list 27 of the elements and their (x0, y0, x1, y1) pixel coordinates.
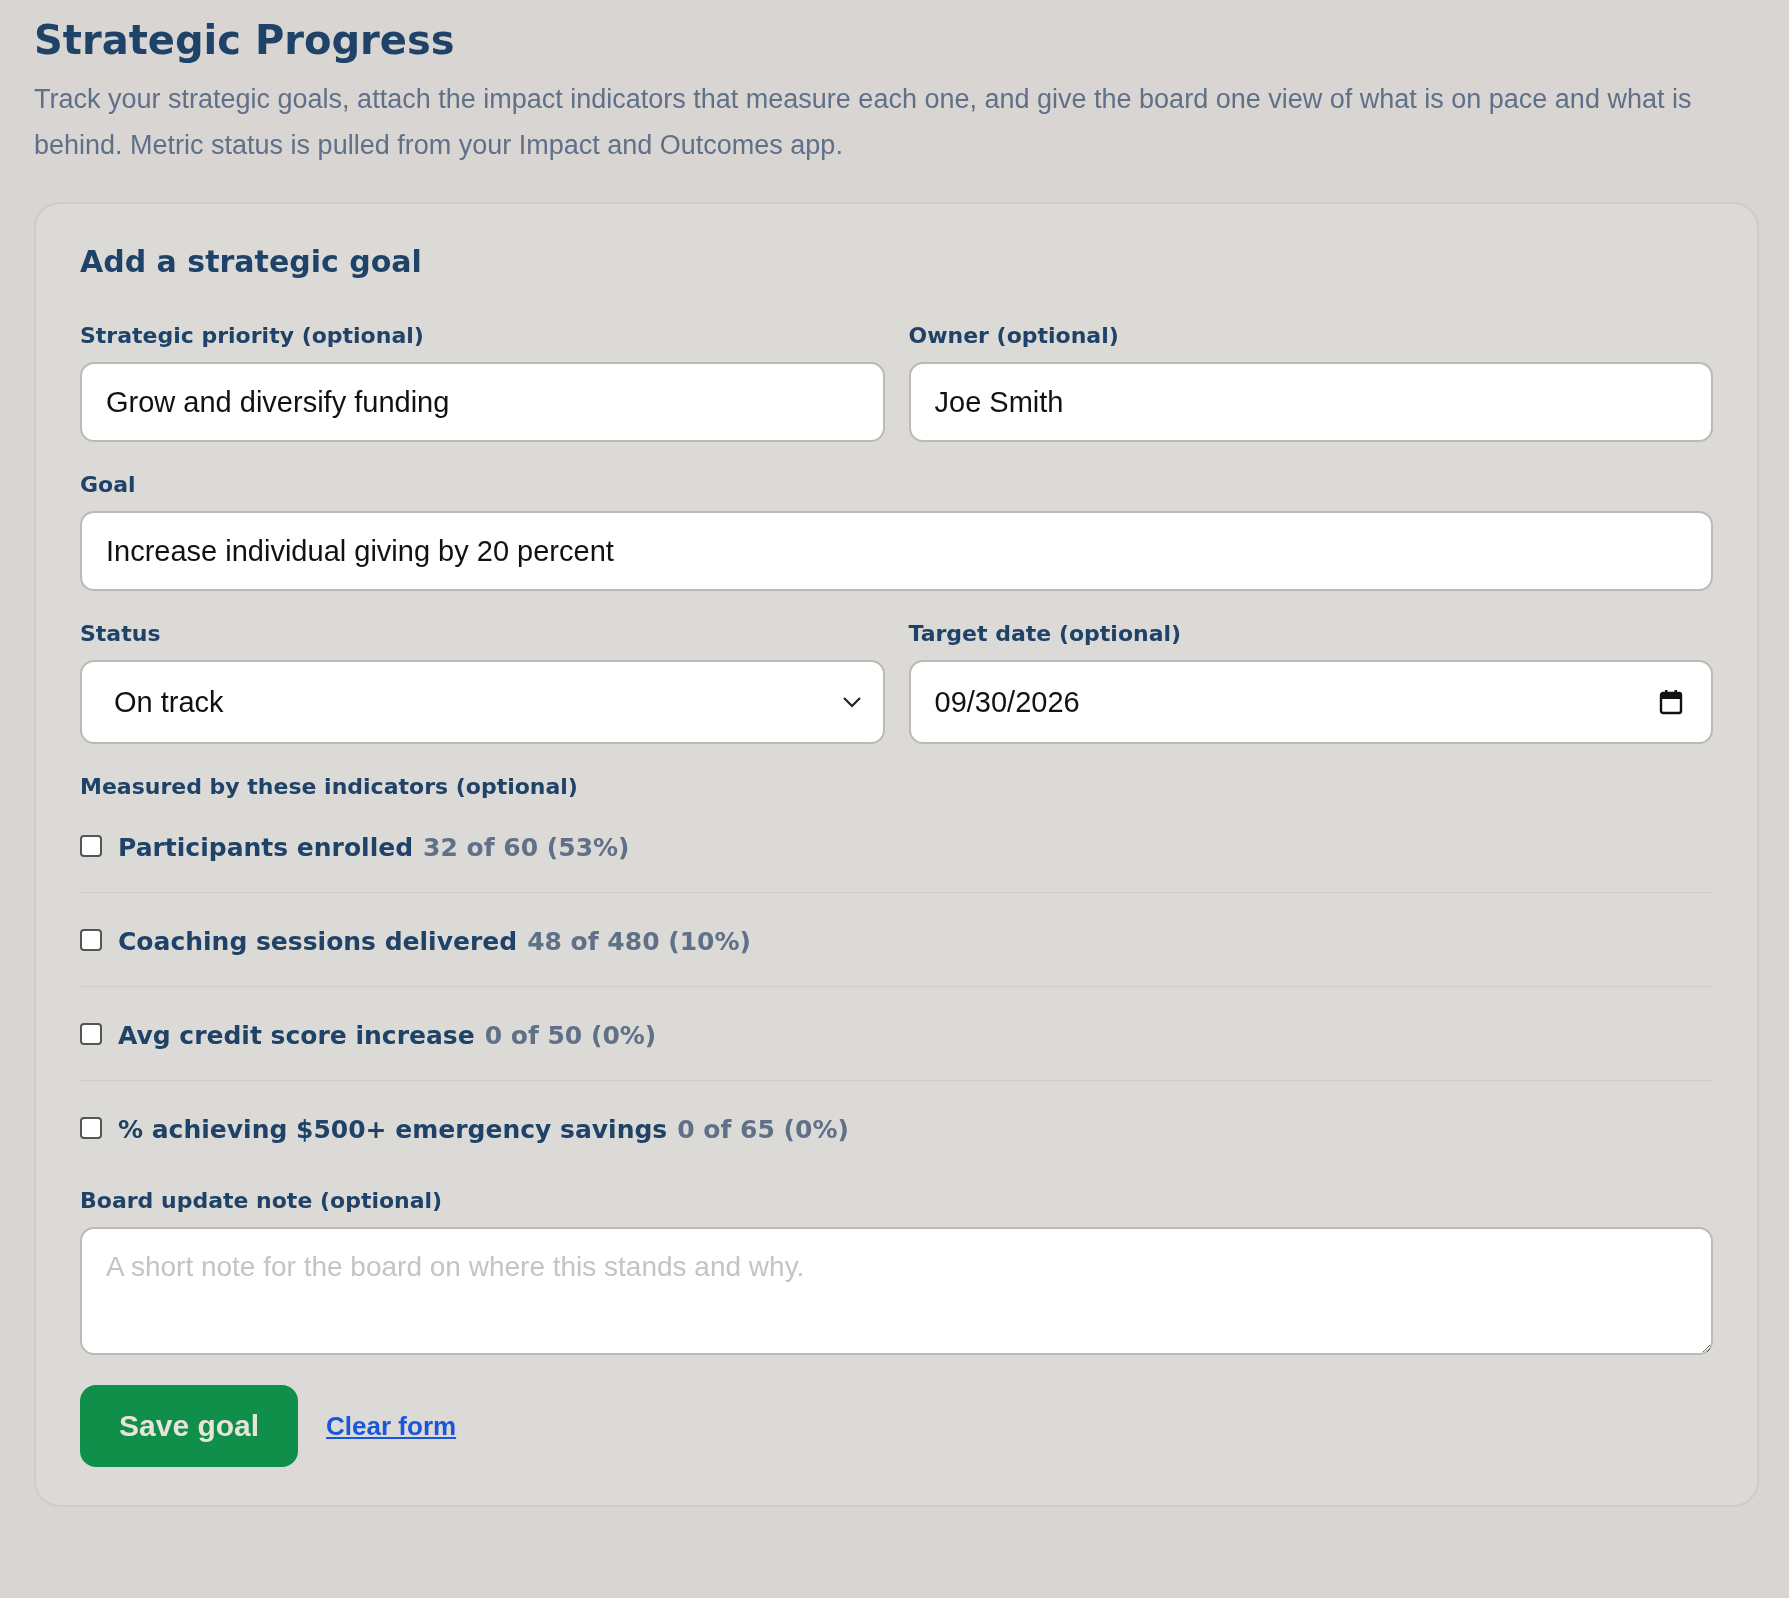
date-field[interactable]: 09/30/2026 (908, 660, 1713, 744)
chevron-down-icon (842, 696, 861, 708)
calendar-icon[interactable] (1659, 689, 1683, 715)
indicator-name: Avg credit score increase (118, 1021, 475, 1050)
indicator-name: Coaching sessions delivered (118, 927, 518, 956)
indicator-name: Participants enrolled (118, 833, 414, 862)
field-label: Strategic priority (optional) (80, 323, 425, 348)
indicator-name: % achieving $500+ emergency savings (118, 1115, 668, 1144)
indicator-checkbox[interactable] (80, 1023, 102, 1045)
owner-field[interactable]: Joe Smith (908, 362, 1713, 442)
priority-field[interactable]: Grow and diversify funding (80, 362, 885, 442)
field-label: Status (80, 621, 162, 646)
field-label: Measured by these indicators (optional) (80, 774, 579, 799)
field-label: Goal (80, 472, 137, 497)
page-title: Strategic Progress (34, 16, 456, 65)
field-label: Target date (optional) (908, 621, 1183, 646)
field-label: Board update note (optional) (80, 1188, 444, 1213)
indicator-checkbox[interactable] (80, 835, 102, 857)
indicator-checkbox[interactable] (80, 1117, 102, 1139)
form-heading: Add a strategic goal (80, 244, 423, 279)
indicator-checkbox[interactable] (80, 929, 102, 951)
status-select[interactable]: On track (80, 660, 885, 744)
note-field[interactable]: A short note for the board on where this stands and why. (80, 1227, 1713, 1355)
clear-form-link[interactable]: Clear form (326, 1410, 457, 1442)
field-label: Owner (optional) (908, 323, 1120, 348)
page-description: Track your strategic goals, attach the impact indicators that measure each one, and give the board one view of what is on pace and what is behind. Metric status is pulled from your Impact and Outcomes app. (34, 83, 1693, 162)
goal-field[interactable]: Increase individual giving by 20 percent (80, 511, 1713, 591)
